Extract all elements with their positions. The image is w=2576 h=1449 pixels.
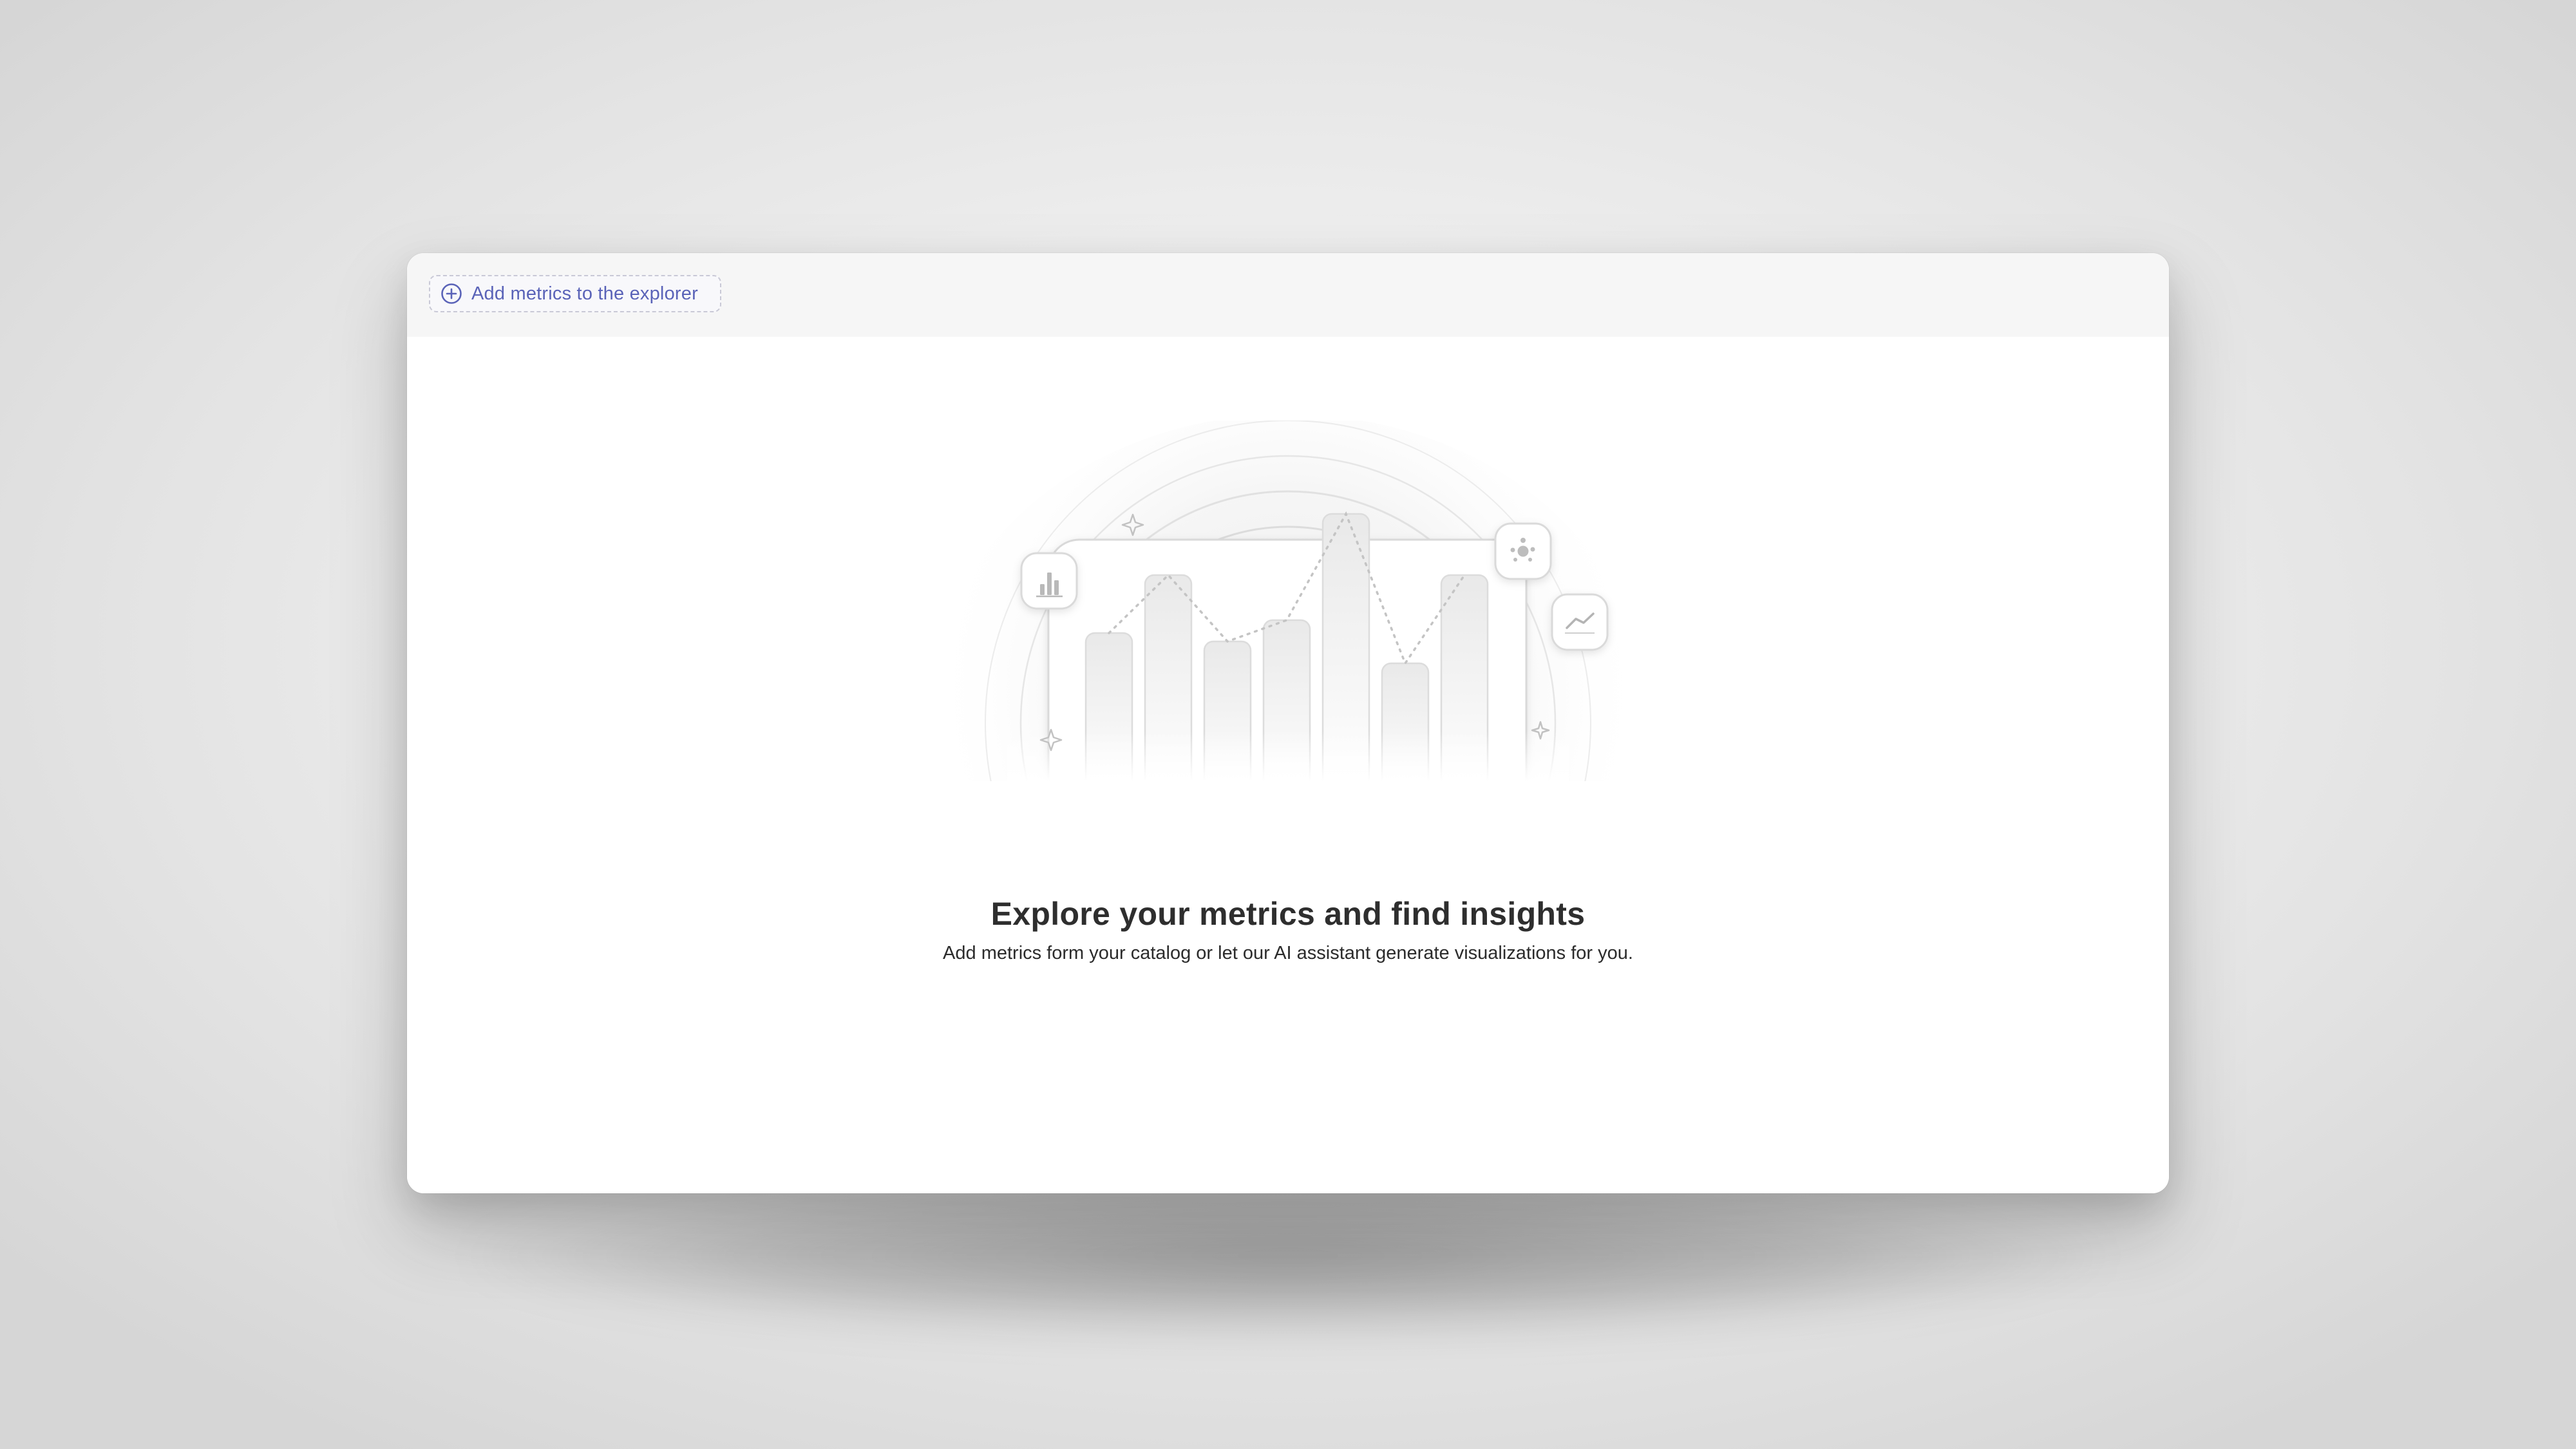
chart-fade [1007,614,1569,781]
empty-state-illustration [943,421,1633,781]
empty-state-title: Explore your metrics and find insights [990,896,1586,932]
explorer-empty-state: Explore your metrics and find insights A… [407,337,2169,1193]
metrics-explorer-window: Add metrics to the explorer Explore your… [407,253,2169,1193]
bar-chart-icon [1020,552,1078,610]
plus-circle-icon [441,283,462,304]
window-drop-shadow [464,1172,2112,1340]
scatter-chart-icon [1494,522,1552,580]
add-metrics-button[interactable]: Add metrics to the explorer [429,275,721,312]
add-metrics-label: Add metrics to the explorer [471,283,698,304]
explorer-toolbar: Add metrics to the explorer [407,253,2169,337]
empty-state-subtitle: Add metrics form your catalog or let our… [943,943,1633,963]
line-chart-icon [1551,593,1609,651]
